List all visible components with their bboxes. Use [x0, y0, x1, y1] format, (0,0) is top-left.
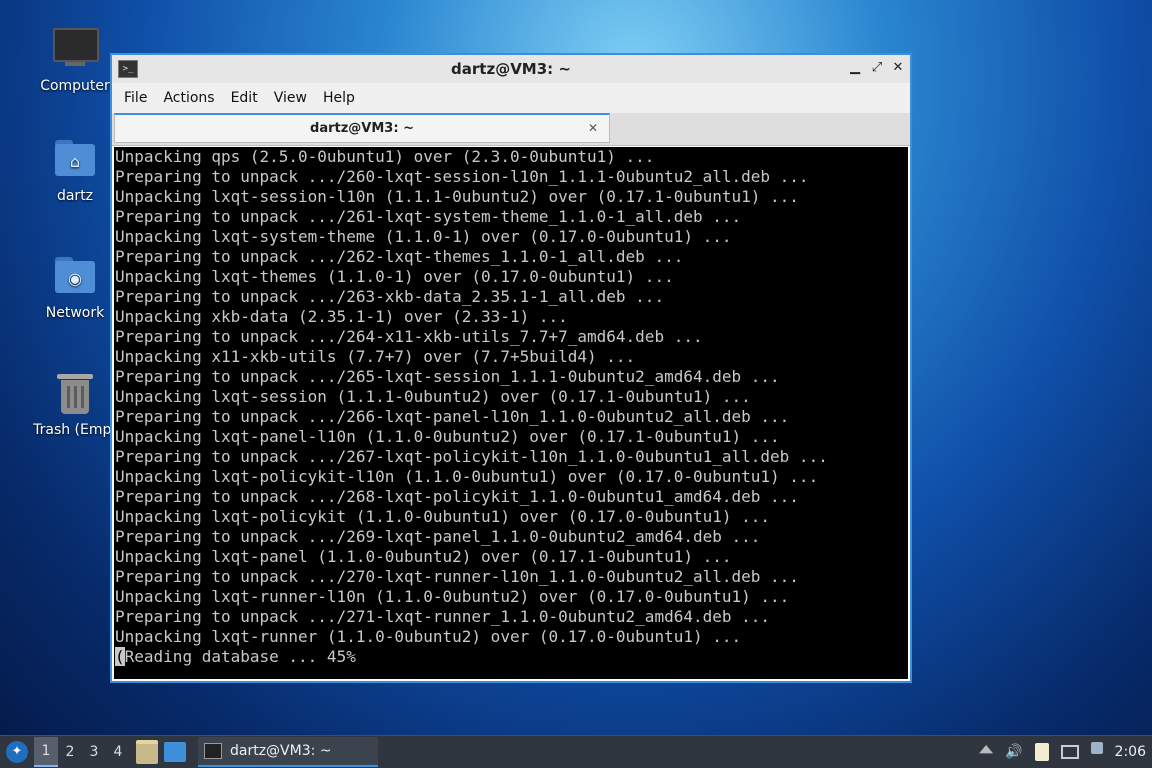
terminal-line: Preparing to unpack .../270-lxqt-runner-…	[115, 567, 799, 586]
terminal-line: Unpacking x11-xkb-utils (7.7+7) over (7.…	[115, 347, 636, 366]
desktop-icon-label: Trash (Empt	[33, 422, 117, 438]
task-label: dartz@VM3: ~	[230, 743, 332, 759]
system-tray: 🔊 2:06	[973, 742, 1152, 761]
terminal-line: Unpacking xkb-data (2.35.1-1) over (2.33…	[115, 307, 568, 326]
terminal-line: Preparing to unpack .../264-x11-xkb-util…	[115, 327, 703, 346]
notification-icon[interactable]	[1090, 742, 1103, 754]
terminal-line: Preparing to unpack .../265-lxqt-session…	[115, 367, 780, 386]
taskbar: ✦ 1 2 3 4 dartz@VM3: ~ 🔊 2:06	[0, 735, 1152, 768]
terminal-prompt-line: (Reading database ... 45%	[114, 647, 908, 667]
terminal-line: Preparing to unpack .../266-lxqt-panel-l…	[115, 407, 790, 426]
terminal-line: Unpacking lxqt-panel (1.1.0-0ubuntu2) ov…	[115, 547, 732, 566]
desktop-icon-label: dartz	[56, 188, 94, 204]
network-icon[interactable]	[1060, 745, 1079, 759]
file-manager-icon[interactable]	[136, 740, 158, 764]
desktop-icon-label: Network	[45, 305, 105, 321]
terminal-line: Preparing to unpack .../261-lxqt-system-…	[115, 207, 742, 226]
terminal-line: Unpacking lxqt-runner-l10n (1.1.0-0ubunt…	[115, 587, 790, 606]
volume-icon[interactable]: 🔊	[1005, 744, 1022, 760]
desktop-icon-home[interactable]: ⌂ dartz	[29, 138, 121, 204]
close-button[interactable]: ✕	[889, 59, 907, 77]
workspace-2[interactable]: 2	[58, 738, 82, 766]
terminal-tab[interactable]: dartz@VM3: ~ ✕	[114, 113, 610, 143]
terminal-line: Preparing to unpack .../269-lxqt-panel_1…	[115, 527, 761, 546]
network-folder-icon: ◉	[53, 255, 97, 299]
terminal-line: Unpacking lxqt-runner (1.1.0-0ubuntu2) o…	[115, 627, 742, 646]
workspace-4[interactable]: 4	[106, 738, 130, 766]
menu-view[interactable]: View	[266, 90, 315, 106]
terminal-line: Unpacking lxqt-themes (1.1.0-1) over (0.…	[115, 267, 674, 286]
tab-label: dartz@VM3: ~	[310, 121, 414, 136]
terminal-line: Unpacking qps (2.5.0-0ubuntu1) over (2.3…	[115, 147, 655, 166]
terminal-line: Unpacking lxqt-policykit (1.1.0-0ubuntu1…	[115, 507, 771, 526]
window-title: dartz@VM3: ~	[451, 60, 571, 78]
workspace-3[interactable]: 3	[82, 738, 106, 766]
terminal-output[interactable]: Unpacking qps (2.5.0-0ubuntu1) over (2.3…	[114, 147, 908, 679]
desktop-icon-network[interactable]: ◉ Network	[29, 255, 121, 321]
menu-file[interactable]: File	[116, 90, 155, 106]
taskbar-task-terminal[interactable]: dartz@VM3: ~	[198, 737, 378, 767]
clipboard-icon[interactable]	[1034, 743, 1049, 761]
desktop-icon-computer[interactable]: Computer	[29, 22, 121, 94]
menubar: File Actions Edit View Help	[112, 83, 910, 113]
trash-icon	[53, 372, 97, 416]
terminal-line: Unpacking lxqt-session-l10n (1.1.1-0ubun…	[115, 187, 799, 206]
tab-close-icon[interactable]: ✕	[585, 119, 601, 137]
menu-actions[interactable]: Actions	[155, 90, 222, 106]
terminal-cursor: (	[115, 647, 125, 666]
clock[interactable]: 2:06	[1115, 744, 1146, 760]
window-titlebar[interactable]: >_ dartz@VM3: ~ ▁ ⤢ ✕	[112, 55, 910, 83]
minimize-button[interactable]: ▁	[846, 59, 864, 77]
terminal-line: Unpacking lxqt-policykit-l10n (1.1.0-0ub…	[115, 467, 819, 486]
tab-bar: dartz@VM3: ~ ✕	[112, 113, 910, 146]
desktop-icon-trash[interactable]: Trash (Empt	[29, 372, 121, 438]
start-menu-icon[interactable]: ✦	[6, 741, 28, 763]
workspace-1[interactable]: 1	[34, 737, 58, 767]
terminal-line: Unpacking lxqt-system-theme (1.1.0-1) ov…	[115, 227, 732, 246]
menu-edit[interactable]: Edit	[223, 90, 266, 106]
eject-icon[interactable]	[979, 745, 994, 754]
computer-icon	[53, 28, 99, 72]
terminal-line: Preparing to unpack .../268-lxqt-policyk…	[115, 487, 799, 506]
terminal-line: Unpacking lxqt-session (1.1.1-0ubuntu2) …	[115, 387, 751, 406]
menu-help[interactable]: Help	[315, 90, 363, 106]
terminal-line: Preparing to unpack .../260-lxqt-session…	[115, 167, 809, 186]
terminal-line: Preparing to unpack .../263-xkb-data_2.3…	[115, 287, 665, 306]
terminal-line: Preparing to unpack .../262-lxqt-themes_…	[115, 247, 684, 266]
show-desktop-icon[interactable]	[164, 742, 186, 762]
terminal-line: Unpacking lxqt-panel-l10n (1.1.0-0ubuntu…	[115, 427, 780, 446]
terminal-window: >_ dartz@VM3: ~ ▁ ⤢ ✕ File Actions Edit …	[110, 53, 912, 683]
home-folder-icon: ⌂	[53, 138, 97, 182]
terminal-progress-text: Reading database ... 45%	[124, 647, 356, 666]
terminal-line: Preparing to unpack .../267-lxqt-policyk…	[115, 447, 828, 466]
maximize-button[interactable]: ⤢	[868, 59, 886, 77]
terminal-icon	[204, 743, 222, 759]
terminal-line: Preparing to unpack .../271-lxqt-runner_…	[115, 607, 771, 626]
desktop-icon-label: Computer	[40, 78, 110, 94]
